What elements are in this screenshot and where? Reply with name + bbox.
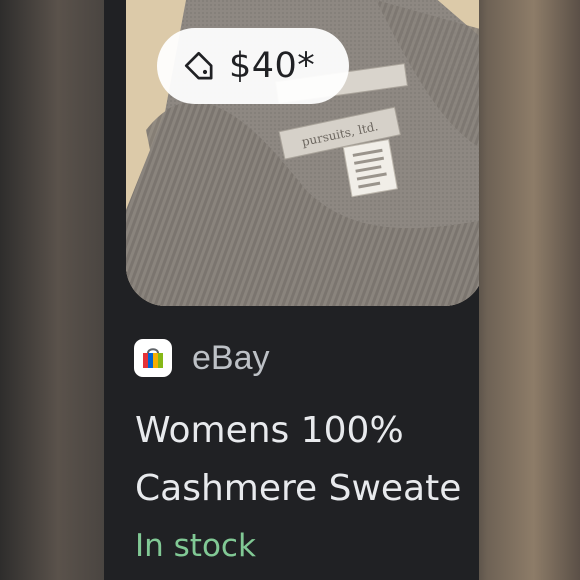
merchant-name: eBay	[192, 338, 270, 377]
tag-icon	[184, 51, 213, 80]
merchant-row[interactable]: eBay	[134, 336, 270, 380]
shopping-bag-icon	[134, 339, 172, 377]
price-text: $40*	[229, 46, 316, 86]
product-title-line-2: Cashmere Sweate	[135, 468, 462, 509]
product-title-line-1: Womens 100%	[135, 410, 404, 451]
stock-status: In stock	[135, 528, 256, 564]
price-badge[interactable]: $40*	[157, 28, 349, 104]
product-title[interactable]: Womens 100% Cashmere Sweate	[135, 402, 479, 518]
product-card[interactable]: pursuits, ltd. $40* eBay Womens 100% Cas…	[104, 0, 479, 580]
